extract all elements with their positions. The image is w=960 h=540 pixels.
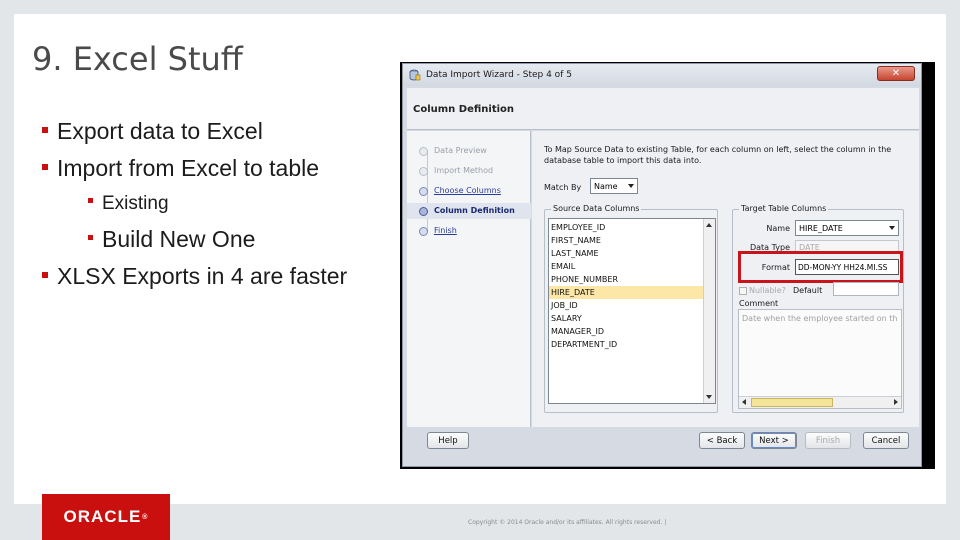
target-name-value: HIRE_DATE bbox=[799, 224, 843, 233]
step-dot-icon bbox=[419, 187, 428, 196]
comment-scrollbar[interactable] bbox=[739, 396, 901, 408]
bullet-text: Existing bbox=[102, 193, 169, 214]
target-columns-title: Target Table Columns bbox=[739, 204, 829, 213]
source-columns-group: Source Data Columns EMPLOYEE_ID FIRST_NA… bbox=[544, 204, 718, 413]
oracle-logo: ORACLE ® bbox=[42, 494, 170, 540]
step-finish[interactable]: Finish bbox=[407, 223, 531, 239]
bullet-text: Export data to Excel bbox=[57, 118, 263, 144]
scroll-down-icon[interactable] bbox=[706, 395, 712, 399]
close-button[interactable]: ✕ bbox=[877, 66, 915, 81]
scroll-thumb[interactable] bbox=[751, 398, 833, 407]
list-item-selected[interactable]: HIRE_DATE bbox=[549, 286, 704, 299]
step-dot-icon bbox=[419, 147, 428, 156]
list-item[interactable]: EMAIL bbox=[549, 260, 704, 273]
step-label: Choose Columns bbox=[434, 186, 501, 195]
wizard-button-bar: Help < Back Next > Finish Cancel bbox=[407, 428, 919, 464]
step-label: Data Preview bbox=[434, 146, 487, 155]
bullet-text: XLSX Exports in 4 are faster bbox=[57, 263, 348, 289]
bullet-marker bbox=[42, 271, 48, 278]
bullet-xlsx: XLSX Exports in 4 are faster bbox=[42, 263, 347, 290]
nullable-checkbox[interactable]: Nullable? bbox=[739, 286, 786, 295]
list-item[interactable]: MANAGER_ID bbox=[549, 325, 704, 338]
step-label: Column Definition bbox=[434, 206, 515, 215]
scroll-up-icon[interactable] bbox=[706, 223, 712, 227]
step-dot-icon bbox=[419, 207, 428, 216]
bullet-import: Import from Excel to table bbox=[42, 155, 319, 182]
step-label: Import Method bbox=[434, 166, 494, 175]
default-input[interactable] bbox=[833, 282, 899, 296]
chevron-down-icon bbox=[889, 226, 895, 230]
bullet-build-new: Build New One bbox=[88, 226, 255, 253]
import-wizard-screenshot: Data Import Wizard - Step 4 of 5 ✕ Colum… bbox=[400, 62, 935, 469]
slide-title: 9. Excel Stuff bbox=[32, 40, 243, 78]
comment-label: Comment bbox=[739, 299, 779, 308]
list-item[interactable]: FIRST_NAME bbox=[549, 234, 704, 247]
format-highlight-box bbox=[738, 251, 903, 283]
wizard-heading: Column Definition bbox=[413, 104, 515, 115]
bullet-existing: Existing bbox=[88, 193, 169, 215]
wizard-titlebar[interactable]: Data Import Wizard - Step 4 of 5 ✕ bbox=[403, 64, 921, 86]
target-name-select[interactable]: HIRE_DATE bbox=[795, 220, 899, 236]
bullet-marker bbox=[42, 163, 48, 170]
step-label: Finish bbox=[434, 226, 457, 235]
source-list-scrollbar[interactable] bbox=[703, 219, 715, 403]
comment-textarea[interactable]: Date when the employee started on this bbox=[738, 309, 902, 409]
source-columns-list[interactable]: EMPLOYEE_ID FIRST_NAME LAST_NAME EMAIL P… bbox=[548, 218, 716, 404]
comment-text: Date when the employee started on this bbox=[742, 314, 898, 323]
step-column-definition[interactable]: Column Definition bbox=[407, 203, 531, 219]
step-dot-icon bbox=[419, 167, 428, 176]
scroll-right-icon[interactable] bbox=[894, 399, 898, 405]
source-columns-title: Source Data Columns bbox=[551, 204, 642, 213]
back-button[interactable]: < Back bbox=[699, 432, 745, 449]
wizard-content: To Map Source Data to existing Table, fo… bbox=[532, 131, 919, 427]
list-item[interactable]: DEPARTMENT_ID bbox=[549, 338, 704, 351]
list-item[interactable]: PHONE_NUMBER bbox=[549, 273, 704, 286]
chevron-down-icon bbox=[628, 184, 634, 188]
scroll-left-icon[interactable] bbox=[742, 399, 746, 405]
wizard-steps-panel: Data Preview Import Method Choose Column… bbox=[407, 131, 531, 427]
bullet-text: Import from Excel to table bbox=[57, 155, 320, 181]
list-item[interactable]: EMPLOYEE_ID bbox=[549, 221, 704, 234]
list-item[interactable]: SALARY bbox=[549, 312, 704, 325]
close-icon: ✕ bbox=[891, 68, 901, 79]
default-label: Default bbox=[793, 286, 823, 295]
bullet-marker bbox=[88, 235, 93, 241]
wizard-header: Column Definition bbox=[407, 88, 919, 130]
step-choose-columns[interactable]: Choose Columns bbox=[407, 183, 531, 199]
list-item[interactable]: JOB_ID bbox=[549, 299, 704, 312]
instructions-text: To Map Source Data to existing Table, fo… bbox=[544, 145, 892, 165]
step-import-method[interactable]: Import Method bbox=[407, 163, 531, 179]
target-columns-group: Target Table Columns Name HIRE_DATE Data… bbox=[732, 204, 904, 413]
finish-button[interactable]: Finish bbox=[805, 432, 851, 449]
match-by-value: Name bbox=[594, 182, 618, 191]
name-label: Name bbox=[766, 224, 790, 233]
help-button[interactable]: Help bbox=[427, 432, 469, 449]
bullet-marker bbox=[88, 198, 93, 204]
bullet-text: Build New One bbox=[102, 226, 256, 252]
match-by-select[interactable]: Name bbox=[590, 178, 638, 194]
step-dot-icon bbox=[419, 227, 428, 236]
cancel-button[interactable]: Cancel bbox=[863, 432, 909, 449]
wizard-window: Data Import Wizard - Step 4 of 5 ✕ Colum… bbox=[402, 63, 922, 467]
checkbox-icon bbox=[739, 286, 747, 295]
match-by-label: Match By bbox=[544, 183, 582, 192]
wizard-title: Data Import Wizard - Step 4 of 5 bbox=[426, 70, 572, 80]
list-item[interactable]: LAST_NAME bbox=[549, 247, 704, 260]
nullable-label: Nullable? bbox=[749, 286, 786, 295]
next-button[interactable]: Next > bbox=[751, 432, 797, 449]
database-icon bbox=[409, 69, 421, 81]
bullet-marker bbox=[42, 126, 48, 133]
step-data-preview[interactable]: Data Preview bbox=[407, 143, 531, 159]
copyright-text: Copyright © 2014 Oracle and/or its affil… bbox=[468, 519, 667, 526]
bullet-export: Export data to Excel bbox=[42, 118, 263, 145]
